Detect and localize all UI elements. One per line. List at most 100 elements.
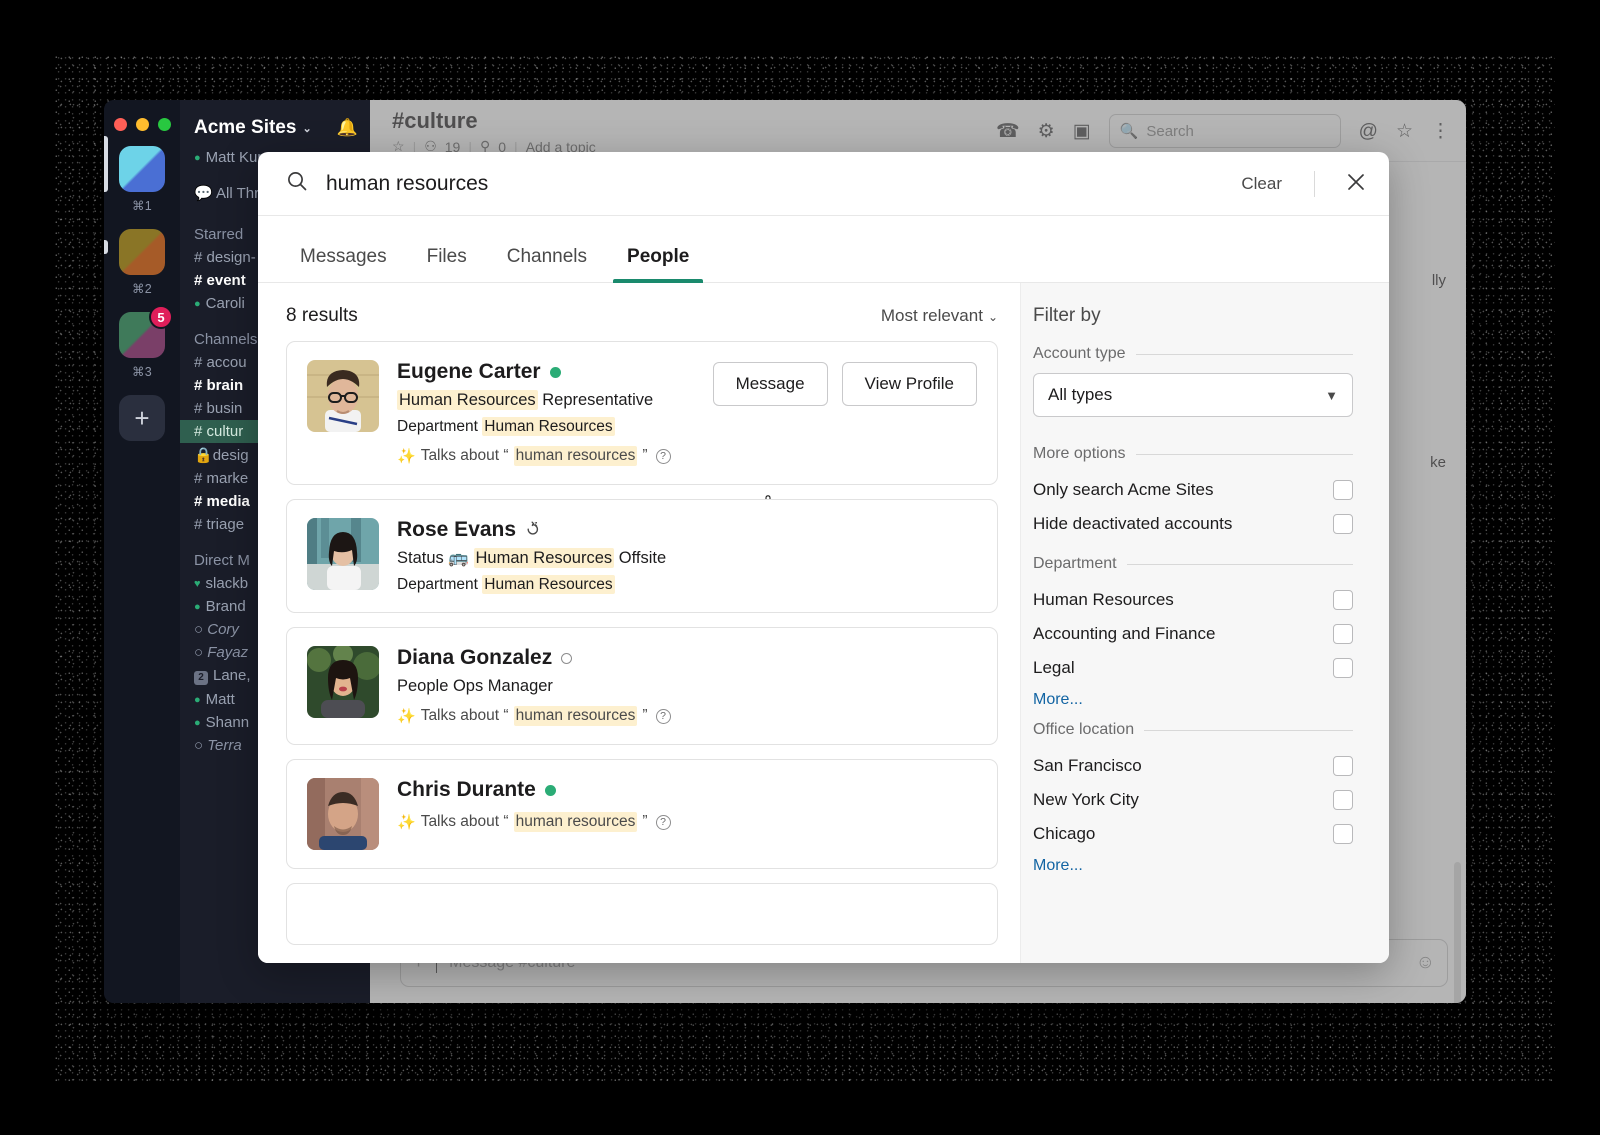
tab-files[interactable]: Files [413, 246, 481, 282]
highlighted-term: Human Resources [397, 390, 538, 410]
close-window-icon[interactable] [114, 118, 127, 131]
minimize-window-icon[interactable] [136, 118, 149, 131]
workspace-switcher-3[interactable]: 5 [119, 305, 173, 358]
presence-offline-icon: ○ [194, 621, 208, 638]
result-card-partial[interactable] [286, 883, 998, 945]
presence-online-icon [549, 366, 561, 378]
checkbox-legal[interactable] [1333, 658, 1353, 678]
divider [1135, 353, 1353, 355]
filter-group-label: Department [1033, 555, 1117, 572]
close-icon[interactable] [1345, 171, 1367, 197]
filter-row-only-search-workspace[interactable]: Only search Acme Sites [1033, 473, 1353, 507]
clear-search-button[interactable]: Clear [1241, 174, 1282, 194]
filter-row-hide-deactivated[interactable]: Hide deactivated accounts [1033, 507, 1353, 541]
modal-search-bar: human resources Clear [258, 152, 1389, 216]
workspace-switcher-2[interactable] [119, 229, 165, 275]
hash-icon: # [194, 470, 207, 487]
workspace-switcher-1[interactable] [119, 146, 165, 192]
department-value: Human Resources [482, 575, 615, 594]
hash-icon: # [194, 516, 207, 533]
workspace-rail: ⌘1 ⌘2 5 ⌘3 + [104, 100, 180, 1003]
hash-icon: # [194, 400, 207, 417]
filter-group-label: More options [1033, 445, 1126, 462]
workspace-name-label: Acme Sites [194, 117, 297, 138]
filter-group-more-options: More options [1033, 445, 1353, 463]
sidebar-item-label: media [206, 493, 250, 510]
person-department-row: Department Human Resources [397, 575, 977, 594]
talks-about-row: ✨ Talks about “human resources” ? [397, 446, 977, 466]
checkbox-san-francisco[interactable] [1333, 756, 1353, 776]
add-workspace-button[interactable]: + [119, 395, 165, 441]
divider [1135, 453, 1353, 455]
filter-group-account-type: Account type [1033, 345, 1353, 363]
sidebar-header: Acme Sites ⌄ 🔔 [180, 100, 370, 147]
diana-gonzalez-avatar [307, 646, 379, 718]
talks-term: human resources [513, 812, 638, 832]
filter-label: Accounting and Finance [1033, 624, 1216, 643]
tab-messages[interactable]: Messages [286, 246, 401, 282]
presence-offline-icon: ○ [194, 737, 208, 754]
workspace-name-button[interactable]: Acme Sites ⌄ [194, 117, 312, 139]
checkbox-chicago[interactable] [1333, 824, 1353, 844]
sidebar-item-label: Caroli [205, 295, 245, 312]
result-card-diana-gonzalez[interactable]: Diana Gonzalez People Ops Manager ✨ Talk… [286, 627, 998, 745]
presence-online-icon: ● [194, 694, 201, 706]
sort-dropdown[interactable]: Most relevant ⌄ [881, 306, 998, 326]
office-more-link[interactable]: More... [1033, 851, 1353, 887]
talks-term: human resources [513, 706, 638, 726]
search-input[interactable]: human resources [326, 172, 1223, 196]
filter-row-legal[interactable]: Legal [1033, 651, 1353, 685]
divider [1144, 729, 1353, 731]
filter-row-chicago[interactable]: Chicago [1033, 817, 1353, 851]
presence-away-icon: z [525, 520, 541, 541]
modal-body: 8 results Most relevant ⌄ Eugene Carter … [258, 283, 1389, 963]
hash-icon: # [194, 249, 207, 266]
checkbox-accounting-finance[interactable] [1333, 624, 1353, 644]
filter-label: New York City [1033, 790, 1139, 809]
filter-label: Hide deactivated accounts [1033, 514, 1233, 533]
message-button[interactable]: Message [712, 362, 828, 406]
filter-panel-title: Filter by [1033, 305, 1101, 326]
tab-channels[interactable]: Channels [493, 246, 601, 282]
sidebar-item-label: Brand [205, 598, 246, 615]
filter-row-san-francisco[interactable]: San Francisco [1033, 749, 1353, 783]
hash-icon: # [194, 493, 207, 510]
window-traffic-lights[interactable] [114, 118, 171, 131]
checkbox-hide-deactivated[interactable] [1333, 514, 1353, 534]
result-card-chris-durante[interactable]: Chris Durante ✨ Talks about “human resou… [286, 759, 998, 869]
sidebar-item-label: slackb [205, 575, 249, 592]
sidebar-item-label: design- [206, 249, 256, 266]
account-type-select[interactable]: All types ▼ [1033, 373, 1353, 417]
department-more-link[interactable]: More... [1033, 685, 1353, 721]
help-icon[interactable]: ? [655, 814, 671, 830]
maximize-window-icon[interactable] [158, 118, 171, 131]
account-type-value: All types [1048, 385, 1113, 404]
department-label: Department [397, 418, 478, 435]
checkbox-only-search-workspace[interactable] [1333, 480, 1353, 500]
notifications-bell-icon[interactable]: 🔔 [337, 118, 358, 138]
filter-group-label: Office location [1033, 721, 1135, 738]
sidebar-item-label: Lane, [213, 667, 251, 684]
result-card-rose-evans[interactable]: Rose Evans z Status 🚌 Human Resources Of… [286, 499, 998, 613]
tab-people[interactable]: People [613, 246, 704, 283]
results-count: 8 results [286, 305, 358, 326]
filter-row-new-york-city[interactable]: New York City [1033, 783, 1353, 817]
results-panel: 8 results Most relevant ⌄ Eugene Carter … [258, 283, 1020, 963]
view-profile-button[interactable]: View Profile [841, 362, 977, 406]
result-card-eugene-carter[interactable]: Eugene Carter Human Resources Representa… [286, 341, 998, 518]
person-title: People Ops Manager [397, 677, 553, 695]
checkbox-human-resources[interactable] [1333, 590, 1353, 610]
workspace-shortcut-2: ⌘2 [131, 282, 153, 296]
help-icon[interactable]: ? [655, 448, 671, 464]
talks-about-row: ✨ Talks about “human resources” ? [397, 706, 977, 726]
filter-row-human-resources[interactable]: Human Resources [1033, 583, 1353, 617]
checkbox-new-york-city[interactable] [1333, 790, 1353, 810]
talks-prefix: Talks about “ [420, 447, 509, 464]
filter-row-accounting-finance[interactable]: Accounting and Finance [1033, 617, 1353, 651]
card-content: Diana Gonzalez People Ops Manager ✨ Talk… [397, 646, 977, 726]
sparkle-icon: ✨ [397, 448, 416, 465]
workspace-shortcut-1: ⌘1 [131, 199, 153, 213]
sparkle-icon: ✨ [397, 708, 416, 725]
help-icon[interactable]: ? [655, 708, 671, 724]
